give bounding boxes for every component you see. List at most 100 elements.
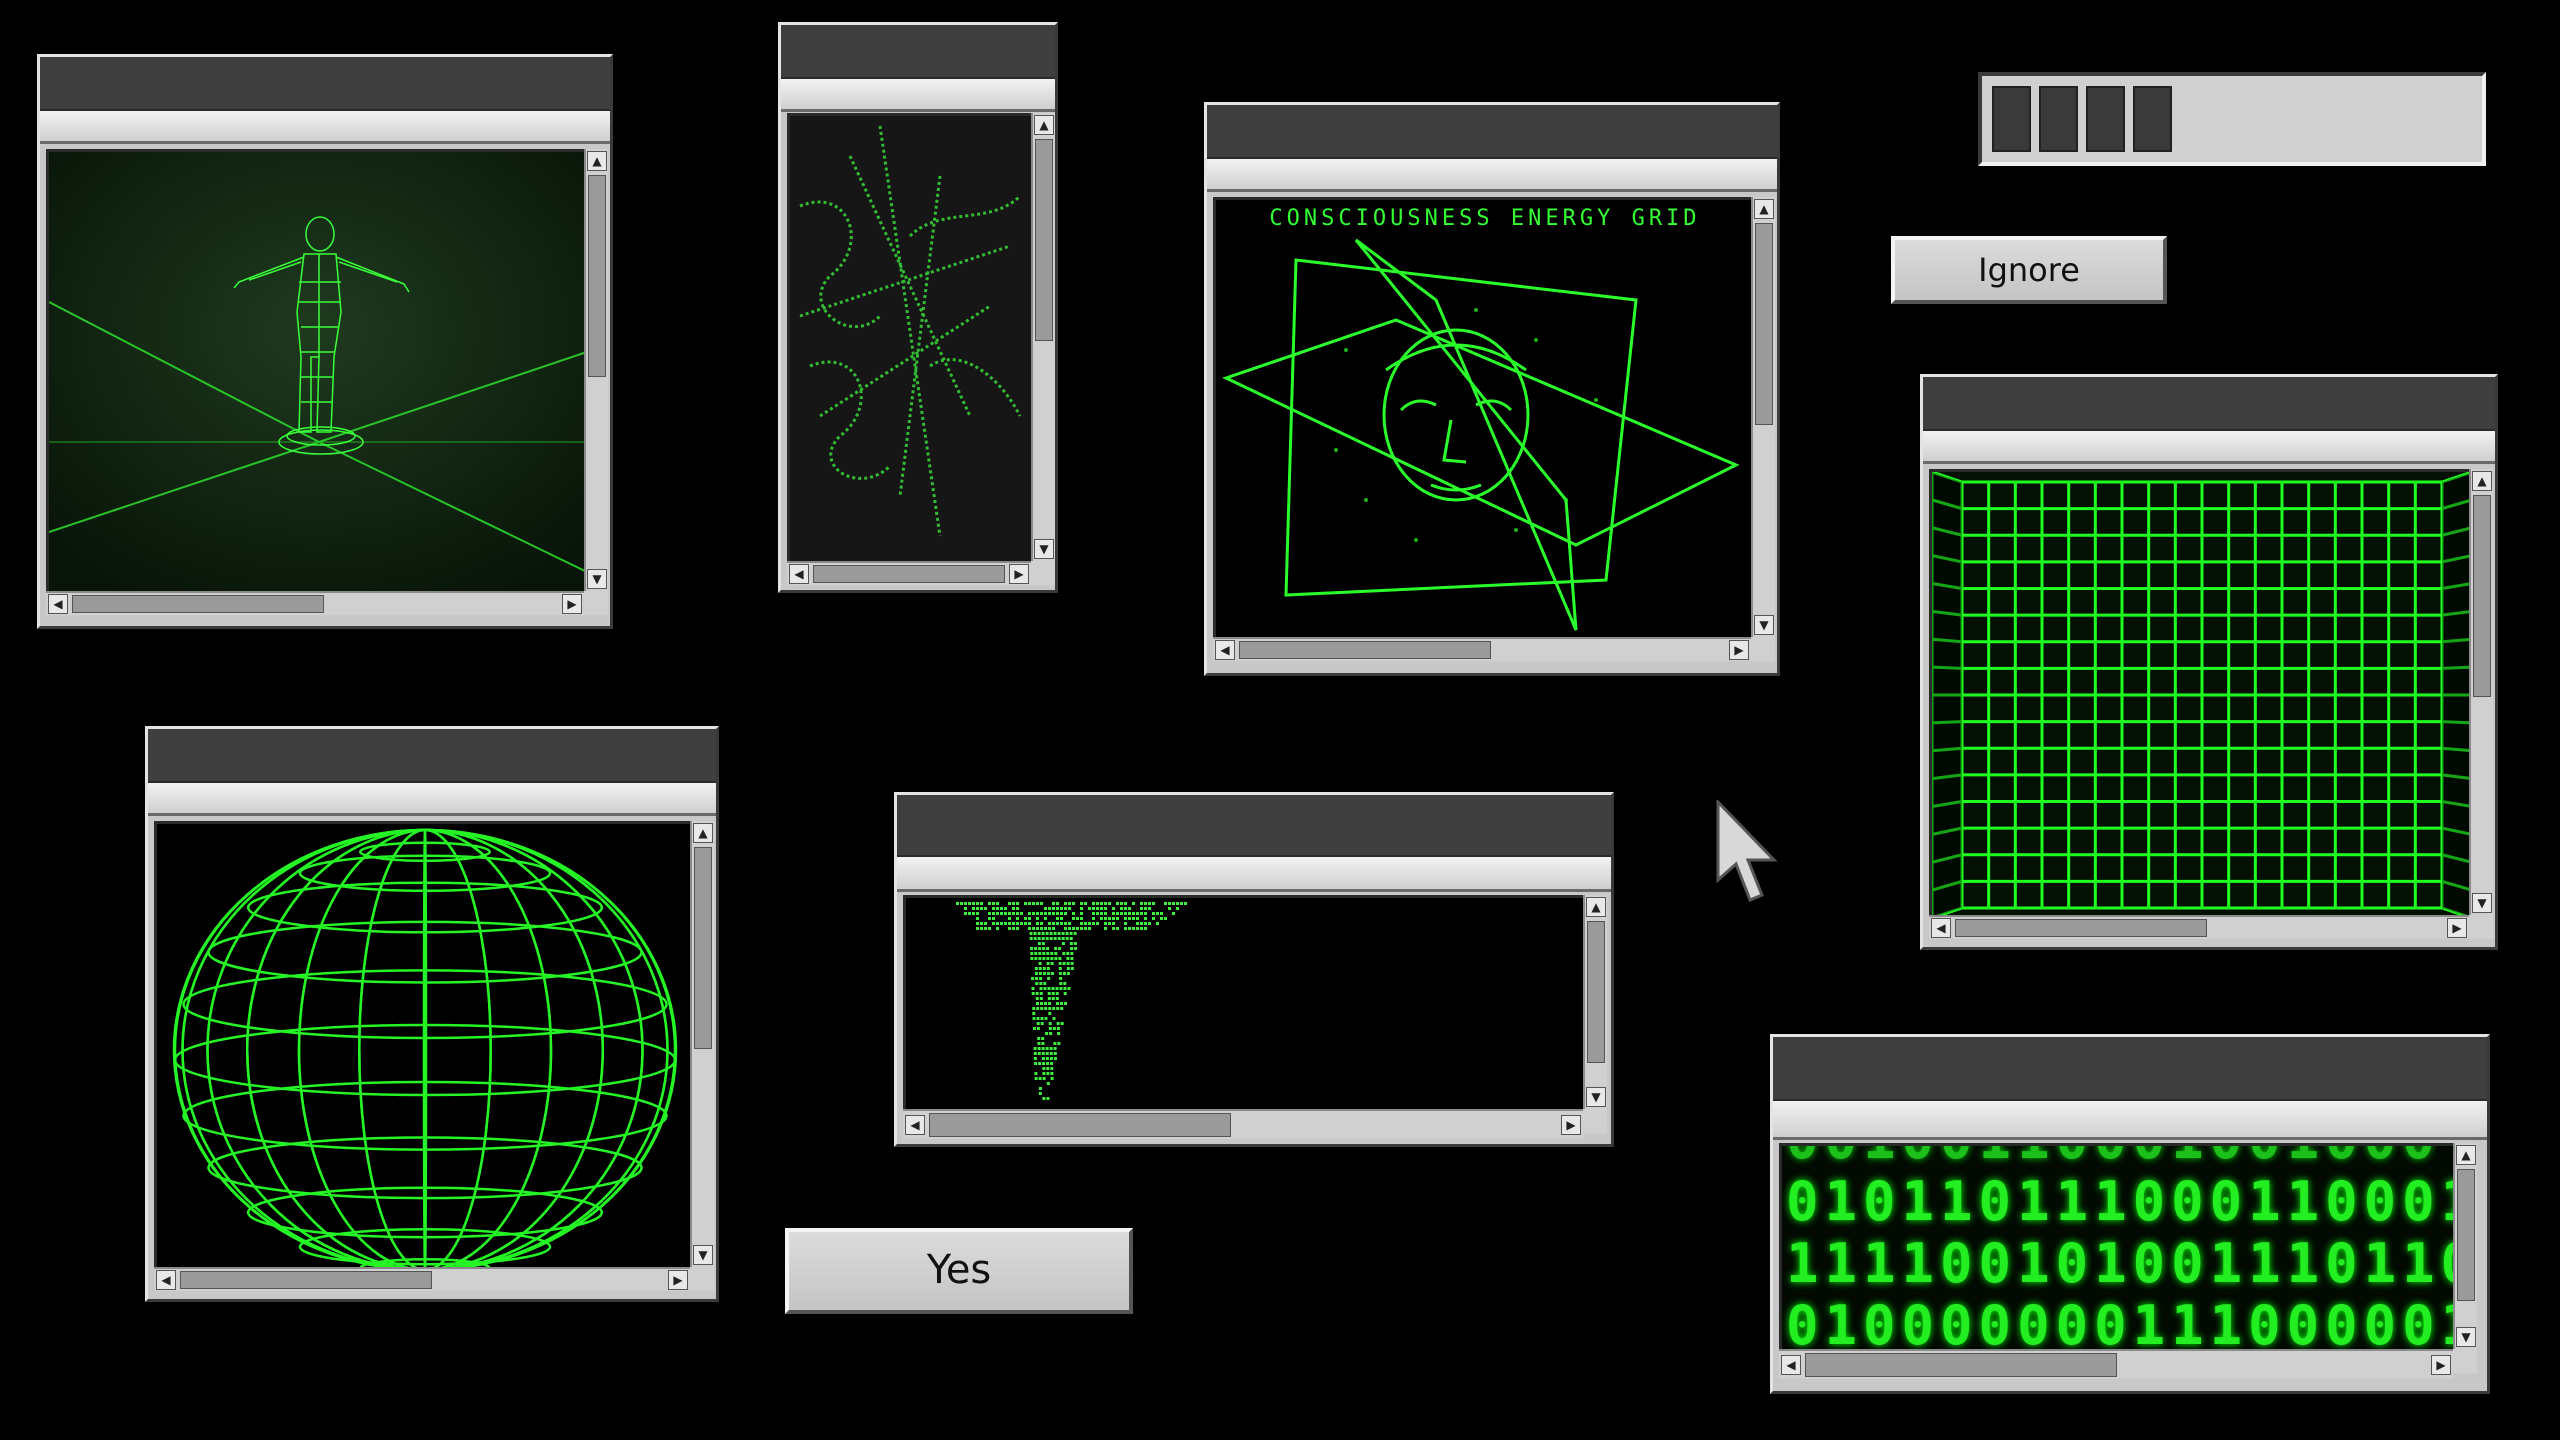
scroll-down-icon[interactable]: ▼ [587,569,607,589]
scroll-corner [584,591,608,615]
horizontal-scrollbar[interactable]: ◀ ▶ [46,591,584,615]
horizontal-scrollbar[interactable]: ◀ ▶ [154,1267,690,1291]
window-globe[interactable]: ▲ ▼ ◀ ▶ [145,726,719,1302]
wireframe-figure-icon [49,152,587,594]
vertical-scrollbar[interactable]: ▲ ▼ [1583,895,1607,1109]
scroll-down-icon[interactable]: ▼ [1586,1087,1606,1107]
scroll-right-icon[interactable]: ▶ [1009,564,1029,584]
title-bar[interactable] [1773,1037,2487,1101]
yes-button[interactable]: Yes [785,1228,1133,1314]
scroll-right-icon[interactable]: ▶ [1729,640,1749,660]
progress-bar [1978,72,2486,166]
scroll-left-icon[interactable]: ◀ [905,1115,925,1135]
binary-view: 00100110001001000 0101101110001100011100… [1779,1143,2456,1352]
scroll-thumb[interactable] [929,1113,1231,1137]
scroll-left-icon[interactable]: ◀ [789,564,809,584]
scroll-down-icon[interactable]: ▼ [693,1245,713,1265]
title-bar[interactable] [897,795,1611,857]
vertical-scrollbar[interactable]: ▲ ▼ [1751,197,1775,637]
scroll-up-icon[interactable]: ▲ [693,823,713,843]
scroll-up-icon[interactable]: ▲ [2472,471,2492,491]
window-energy-grid[interactable]: CONSCIOUSNESS ENERGY GRID ▲ ▼ ◀ ▶ [1204,102,1780,676]
ascii-figure-view [903,895,1586,1112]
window-ascii-figure[interactable]: ▲ ▼ ◀ ▶ [894,792,1614,1147]
binary-line: 01000000011100000100 [1786,1294,2456,1352]
scroll-down-icon[interactable]: ▼ [1034,539,1054,559]
horizontal-scrollbar[interactable]: ◀ ▶ [1929,915,2469,939]
window-grid-room[interactable]: ▲ ▼ ◀ ▶ [1920,374,2498,950]
scroll-thumb[interactable] [180,1271,432,1289]
scroll-thumb[interactable] [1805,1353,2117,1377]
scroll-thumb[interactable] [1035,139,1053,341]
scroll-thumb[interactable] [1755,223,1773,425]
title-bar[interactable] [781,25,1055,79]
horizontal-scrollbar[interactable]: ◀ ▶ [1213,637,1751,661]
title-bar[interactable] [148,729,716,783]
ignore-button[interactable]: Ignore [1891,236,2167,304]
scroll-down-icon[interactable]: ▼ [1754,615,1774,635]
scroll-left-icon[interactable]: ◀ [1931,918,1951,938]
energy-grid-view: CONSCIOUSNESS ENERGY GRID [1213,197,1754,640]
horizontal-scrollbar[interactable]: ◀ ▶ [787,561,1031,585]
grid-room-icon [1932,472,2472,918]
wireframe-head-icon [1222,238,1740,631]
scroll-thumb[interactable] [2473,495,2491,697]
scroll-up-icon[interactable]: ▲ [2456,1145,2476,1165]
scroll-corner [690,1267,714,1291]
scroll-thumb[interactable] [2457,1169,2475,1301]
progress-segment [2038,86,2078,152]
scroll-thumb[interactable] [1587,921,1605,1063]
scroll-right-icon[interactable]: ▶ [2447,918,2467,938]
window-tendrils[interactable]: ▲ ▼ ◀ ▶ [778,22,1058,593]
scroll-right-icon[interactable]: ▶ [1561,1115,1581,1135]
scroll-down-icon[interactable]: ▼ [2456,1327,2476,1347]
scroll-thumb[interactable] [813,565,1005,583]
scroll-thumb[interactable] [1955,919,2207,937]
progress-segment [2437,86,2472,152]
vertical-scrollbar[interactable]: ▲ ▼ [1031,113,1055,561]
scroll-down-icon[interactable]: ▼ [2472,893,2492,913]
scroll-up-icon[interactable]: ▲ [1034,115,1054,135]
menu-bar [781,79,1055,112]
wireframe-figure-view [46,149,587,594]
vertical-scrollbar[interactable]: ▲ ▼ [584,149,608,591]
scroll-up-icon[interactable]: ▲ [587,151,607,171]
menu-bar [1923,431,2495,464]
progress-segment [2132,86,2172,152]
ascii-figure-icon [956,902,1187,1100]
scroll-thumb[interactable] [72,595,324,613]
title-bar[interactable] [1923,377,2495,431]
menu-bar [1207,159,1777,192]
wireframe-globe-icon [172,828,678,1270]
scroll-thumb[interactable] [588,175,606,377]
grid-room-view [1929,469,2472,918]
scroll-right-icon[interactable]: ▶ [668,1270,688,1290]
scroll-right-icon[interactable]: ▶ [562,594,582,614]
menu-bar [40,111,610,144]
scroll-left-icon[interactable]: ◀ [156,1270,176,1290]
arrow-cursor-icon [1716,800,1778,902]
tendrils-view [787,113,1034,564]
scroll-thumb[interactable] [694,847,712,1049]
menu-bar [148,783,716,816]
scroll-left-icon[interactable]: ◀ [1781,1355,1801,1375]
vertical-scrollbar[interactable]: ▲ ▼ [690,821,714,1267]
menu-bar [1773,1101,2487,1140]
title-bar[interactable] [40,57,610,111]
scroll-up-icon[interactable]: ▲ [1754,199,1774,219]
scroll-up-icon[interactable]: ▲ [1586,897,1606,917]
window-wireframe-figure[interactable]: ▲ ▼ ◀ ▶ [37,54,613,629]
binary-line: 01011011100011000111001 [1786,1170,2456,1233]
ignore-button-label: Ignore [1978,251,2080,289]
scroll-corner [2469,915,2493,939]
vertical-scrollbar[interactable]: ▲ ▼ [2453,1143,2477,1349]
scroll-left-icon[interactable]: ◀ [48,594,68,614]
scroll-left-icon[interactable]: ◀ [1215,640,1235,660]
scroll-thumb[interactable] [1239,641,1491,659]
horizontal-scrollbar[interactable]: ◀ ▶ [1779,1349,2453,1379]
window-binary[interactable]: 00100110001001000 0101101110001100011100… [1770,1034,2490,1394]
scroll-right-icon[interactable]: ▶ [2431,1355,2451,1375]
vertical-scrollbar[interactable]: ▲ ▼ [2469,469,2493,915]
horizontal-scrollbar[interactable]: ◀ ▶ [903,1109,1583,1139]
title-bar[interactable] [1207,105,1777,159]
